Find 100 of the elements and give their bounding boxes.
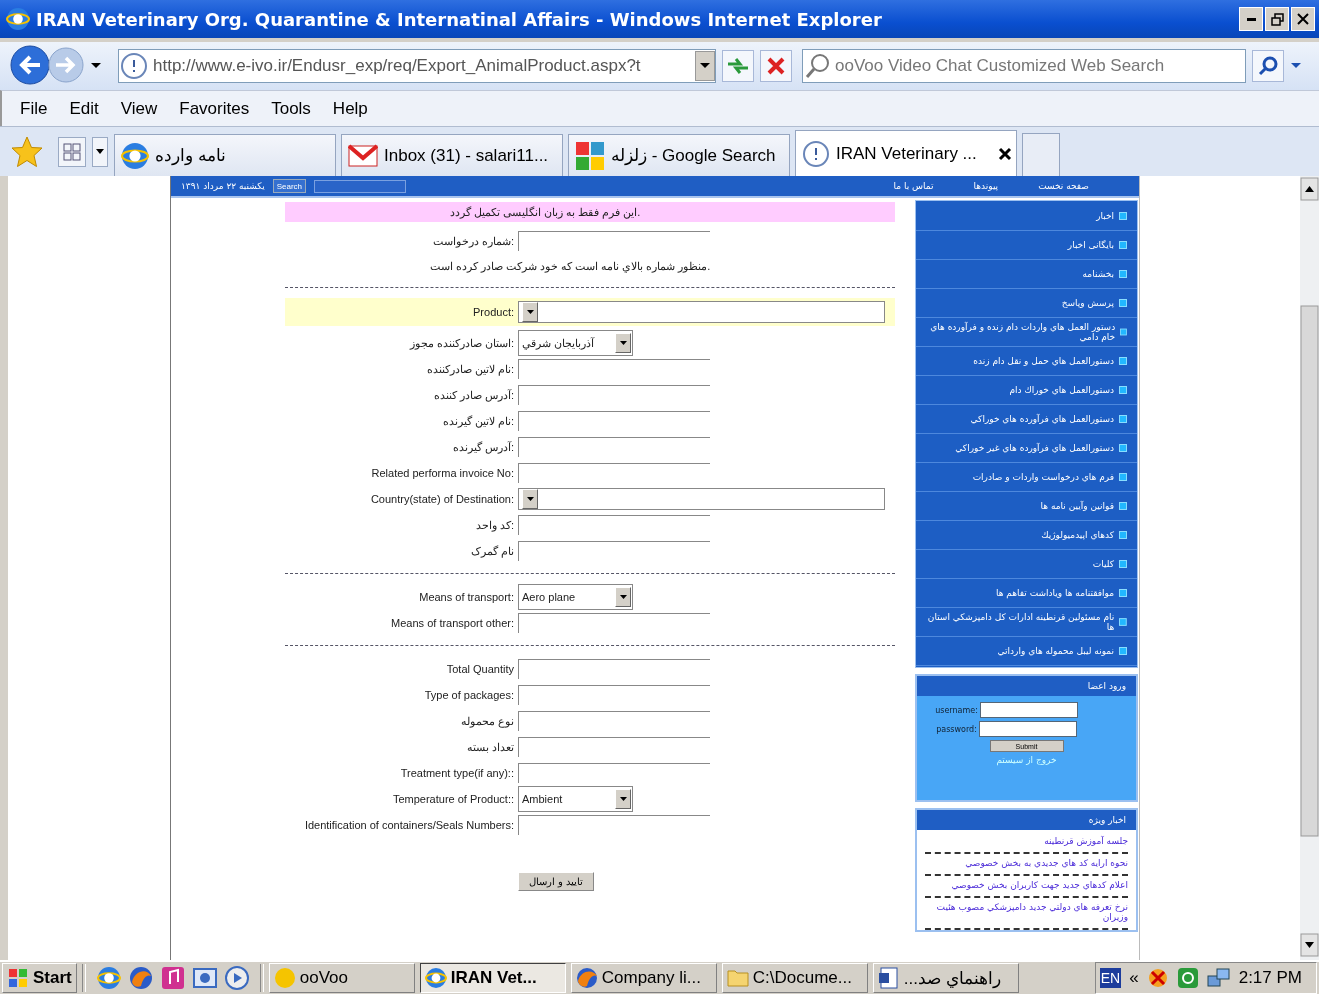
tab[interactable]: IRAN Veterinary ...: [795, 130, 1017, 176]
tab[interactable]: زلزله - Google Search: [568, 134, 790, 176]
username-field[interactable]: [979, 702, 1078, 718]
field-label: Means of transport other:: [390, 617, 515, 629]
field-label: کد واحد:: [474, 518, 515, 532]
password-field[interactable]: [978, 721, 1077, 737]
field-label: آدرس گیرنده:: [451, 440, 515, 454]
search-field[interactable]: [314, 179, 407, 193]
sidebar-item[interactable]: كليات: [916, 550, 1137, 579]
select-field[interactable]: [518, 301, 885, 323]
back-button[interactable]: [10, 44, 50, 88]
minimize-button[interactable]: [1239, 7, 1263, 31]
news-link[interactable]: نحوه ارايه كد هاي جديدي به بخش خصوصي: [925, 854, 1128, 876]
field-label: Country(state) of Destination:: [369, 493, 515, 505]
submit-button[interactable]: تایید و ارسال: [518, 872, 594, 891]
sidebar-item[interactable]: نام مسئولين قرنطينه ادارات كل دامپزشكي استان ها: [916, 608, 1137, 637]
envelope-icon: [348, 143, 378, 168]
restore-button[interactable]: [1265, 7, 1289, 31]
field-label: Temperature of Product::: [391, 793, 515, 805]
play-icon[interactable]: [224, 966, 249, 990]
network-icon[interactable]: [1206, 967, 1231, 989]
field-label: password:: [936, 724, 977, 734]
square-bullet-icon: [1119, 444, 1127, 452]
sidebar-item[interactable]: دستورالعمل هاي حمل و نقل دام زنده: [916, 347, 1137, 376]
sidebar-item[interactable]: دستور العمل هاي واردات دام زنده و فرآورده هاي خام دامي: [916, 318, 1137, 347]
square-bullet-icon: [1119, 212, 1127, 220]
taskbar-button[interactable]: IRAN Vet...: [419, 963, 566, 993]
sidebar-item[interactable]: اخبار: [916, 202, 1137, 231]
favorites-star-icon[interactable]: [10, 135, 44, 169]
square-bullet-icon: [1119, 502, 1127, 510]
tray-app-icon[interactable]: [1176, 967, 1199, 989]
menu-item[interactable]: View: [120, 94, 158, 123]
taskbar-button[interactable]: راهنماي صد...: [872, 963, 1019, 993]
sidebar-item[interactable]: كدهاي اپيدميولوژيك: [916, 521, 1137, 550]
new-tab-button[interactable]: [1022, 133, 1060, 176]
tab[interactable]: Inbox (31) - salari11...: [341, 134, 563, 176]
field-label: Identification of containers/Seals Numbers:: [303, 819, 515, 831]
news-link[interactable]: جلسه آموزش قرنطينه: [925, 832, 1128, 854]
field-label: Product:: [472, 306, 515, 318]
news-link[interactable]: نرخ تعرفه هاي دولتي جديد دامپزشكي مصوب هئيت وزيران: [925, 898, 1128, 930]
menu-item[interactable]: Edit: [69, 94, 99, 123]
menu-item[interactable]: Tools: [271, 94, 311, 123]
close-icon[interactable]: [998, 146, 1012, 161]
browser-icon: [424, 967, 447, 989]
tray-expand-button[interactable]: «: [1129, 968, 1139, 988]
menu-item[interactable]: Help: [332, 94, 368, 123]
windows-flag-icon: [7, 967, 29, 989]
caret-icon[interactable]: [90, 62, 102, 70]
stop-icon: [766, 56, 786, 76]
search-button[interactable]: Search: [272, 179, 307, 193]
menu-item[interactable]: File: [20, 94, 48, 123]
search-field[interactable]: ooVoo Video Chat Customized Web Search: [802, 49, 1246, 83]
select-field[interactable]: آذربایجان شرقي: [518, 330, 633, 356]
sidebar-item[interactable]: دستورالعمل هاي فرآورده هاي غير خوراكي: [916, 434, 1137, 463]
close-button[interactable]: [1291, 7, 1315, 31]
tray-app-icon[interactable]: [1146, 967, 1169, 989]
search-icon: [1257, 55, 1279, 77]
taskbar-button[interactable]: Company li...: [570, 963, 717, 993]
caret-icon[interactable]: [1290, 62, 1302, 70]
nav-link[interactable]: پیوندها: [973, 181, 999, 191]
refresh-button[interactable]: [722, 50, 754, 82]
square-bullet-icon: [1119, 357, 1127, 365]
dropdown-button[interactable]: [695, 51, 715, 81]
select-field[interactable]: [518, 488, 885, 510]
start-button[interactable]: Start: [2, 963, 77, 993]
search-button[interactable]: [1252, 50, 1284, 82]
taskbar-button[interactable]: ooVoo: [268, 963, 415, 993]
sidebar-item[interactable]: موافقتنامه ها وياداشت تفاهم ها: [916, 579, 1137, 608]
sidebar-item[interactable]: قوانين وآيين نامه ها: [916, 492, 1137, 521]
nav-link[interactable]: صفحه نخست: [1038, 181, 1089, 191]
panel-title: ورود اعضا: [917, 676, 1136, 696]
address-field[interactable]: http://www.e-ivo.ir/Endusr_exp/req/Export_AnimalProduct.aspx?t: [149, 56, 695, 76]
tab[interactable]: نامه وارده: [114, 134, 336, 176]
news-link[interactable]: اعلام كدهاي جديد جهت كاربران بخش خصوصي: [925, 876, 1128, 898]
sidebar-item[interactable]: فرم هاي درخواست واردات و صادرات: [916, 463, 1137, 492]
taskbar-button[interactable]: C:\Docume...: [721, 963, 868, 993]
globe-icon[interactable]: [128, 966, 153, 990]
select-field[interactable]: Aero plane: [518, 584, 633, 610]
clock-text: 2:17 PM: [1238, 968, 1302, 988]
sidebar-item[interactable]: نمونه ليبل محموله هاي وارداتي: [916, 637, 1137, 666]
language-indicator[interactable]: EN: [1099, 968, 1122, 988]
sidebar-item[interactable]: بایگانی اخبار: [916, 231, 1137, 260]
square-bullet-icon: [1119, 241, 1127, 249]
browser-icon: [6, 7, 30, 31]
sidebar-item[interactable]: پرسش وپاسخ: [916, 289, 1137, 318]
sidebar-item[interactable]: دستورالعمل هاي فرآورده هاي خوراكي: [916, 405, 1137, 434]
nav-link[interactable]: تماس با ما: [893, 181, 934, 191]
tab-list-button[interactable]: [58, 137, 86, 167]
text-field[interactable]: [518, 763, 710, 783]
scrollbar-drawing[interactable]: [1300, 176, 1319, 960]
app-window-icon[interactable]: [192, 966, 217, 990]
music-icon[interactable]: [160, 966, 185, 990]
sidebar-item[interactable]: بخشنامه: [916, 260, 1137, 289]
select-field[interactable]: Ambient: [518, 786, 633, 812]
browser-icon: [96, 966, 121, 990]
menu-item[interactable]: Favorites: [179, 94, 250, 123]
sidebar-item[interactable]: دستورالعمل هاي خوراك دام: [916, 376, 1137, 405]
folder-icon: [726, 968, 749, 988]
stop-button[interactable]: [760, 50, 792, 82]
dropdown-button[interactable]: [92, 137, 108, 167]
